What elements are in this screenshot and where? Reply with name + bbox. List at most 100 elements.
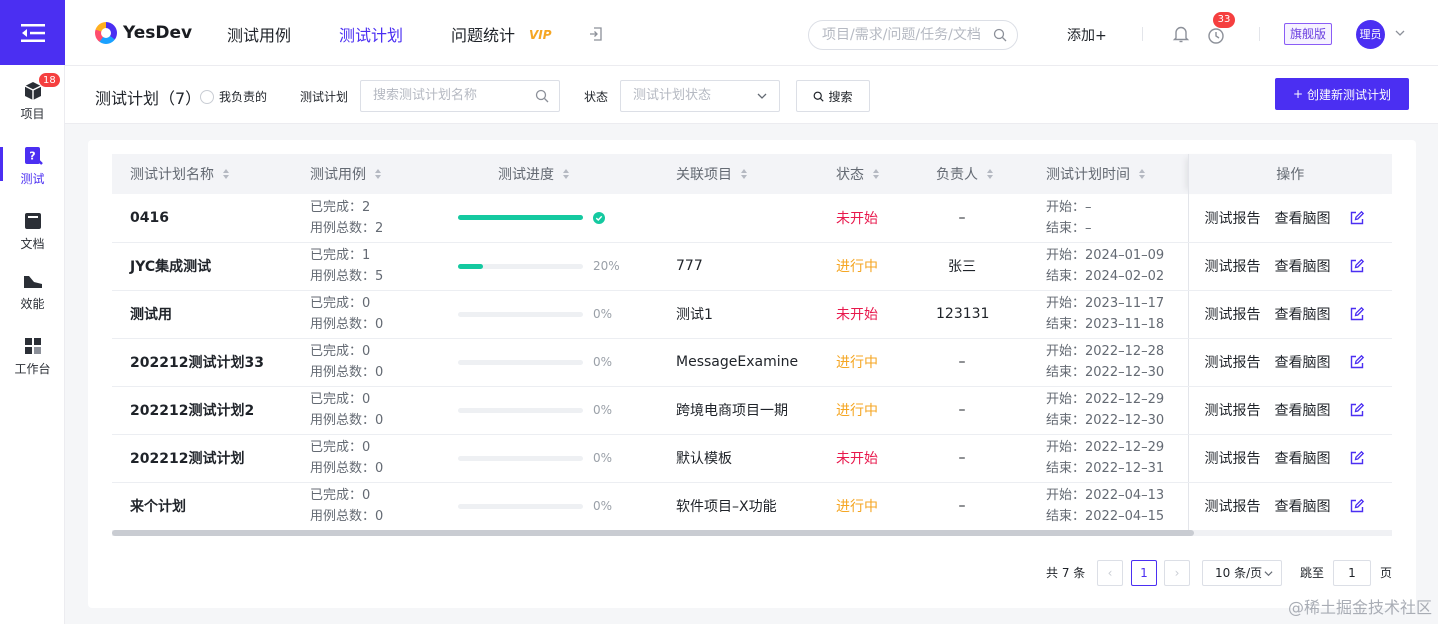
total-value: 0 (375, 509, 384, 524)
end-value: 2024–02–02 (1085, 269, 1165, 284)
column-label: 操作 (1276, 167, 1305, 183)
radio-circle[interactable] (200, 89, 214, 104)
page-size-select[interactable]: 10 条/页 (1202, 560, 1282, 586)
alarm-clock-icon[interactable] (1206, 25, 1226, 45)
end-time: 结束：2022–12–30 (1046, 362, 1170, 383)
test-report-link[interactable]: 测试报告 (1205, 400, 1261, 420)
plan-name[interactable]: 0416 (112, 194, 292, 243)
plan-name[interactable]: 测试用 (112, 290, 292, 339)
end-time: 结束：2022–12–30 (1046, 410, 1170, 431)
edit-icon[interactable] (1349, 354, 1365, 370)
plan-search-input[interactable]: 搜索测试计划名称 (360, 80, 560, 112)
test-report-link[interactable]: 测试报告 (1205, 352, 1261, 372)
progress-percent: 0% (593, 355, 613, 369)
status-select[interactable]: 测试计划状态 (620, 80, 780, 112)
nav-test-cases[interactable]: 测试用例 (227, 22, 291, 46)
column-header-time[interactable]: 测试计划时间 (1028, 154, 1188, 194)
column-header-owner[interactable]: 负责人 (918, 154, 1028, 194)
test-report-link[interactable]: 测试报告 (1205, 256, 1261, 276)
end-time: 结束：2022–04–15 (1046, 506, 1170, 527)
view-mindmap-link[interactable]: 查看脑图 (1275, 304, 1331, 324)
progress-cell: 0% (458, 482, 658, 531)
create-plan-button[interactable]: + 创建新测试计划 (1275, 78, 1409, 110)
rail-item-efficiency[interactable]: 效能 (0, 270, 65, 312)
sort-icon (375, 169, 381, 179)
column-header-cases[interactable]: 测试用例 (292, 154, 458, 194)
rail-item-test[interactable]: ? 测试 (0, 145, 65, 187)
plan-name[interactable]: 202212测试计划2 (112, 386, 292, 435)
jump-page-input[interactable]: 1 (1333, 560, 1371, 586)
rail-label: 文档 (20, 237, 45, 251)
start-prefix: 开始： (1046, 248, 1086, 263)
scrollbar-thumb[interactable] (112, 530, 1194, 536)
plan-time: 开始：2022–04–13 结束：2022–04–15 (1028, 482, 1188, 531)
case-counts: 已完成：1 用例总数：5 (292, 242, 458, 291)
plan-name[interactable]: JYC集成测试 (112, 242, 292, 291)
edit-icon[interactable] (1349, 498, 1365, 514)
nav-test-plans[interactable]: 测试计划 (339, 22, 403, 46)
table-row[interactable]: JYC集成测试 已完成：1 用例总数：5 20% 777 进行中 张三 开始：2024–01–… (112, 242, 1392, 291)
user-avatar[interactable]: 理员 (1356, 20, 1385, 49)
plan-name[interactable]: 202212测试计划 (112, 434, 292, 483)
view-mindmap-link[interactable]: 查看脑图 (1275, 400, 1331, 420)
chevron-down-icon[interactable] (1395, 28, 1405, 38)
page-1-button[interactable]: 1 (1131, 560, 1157, 586)
progress-cell: 0% (458, 338, 658, 387)
horizontal-scrollbar[interactable] (112, 530, 1392, 536)
column-header-progress[interactable]: 测试进度 (458, 154, 658, 194)
owner: – (918, 482, 1028, 531)
view-mindmap-link[interactable]: 查看脑图 (1275, 208, 1331, 228)
plan-time: 开始：2022–12–28 结束：2022–12–30 (1028, 338, 1188, 387)
table-row[interactable]: 测试用 已完成：0 用例总数：0 0% 测试1 未开始 123131 开始：2023–11–1… (112, 290, 1392, 339)
nav-issue-stats[interactable]: 问题统计 (451, 22, 515, 46)
mine-radio[interactable]: 我负责的 (200, 88, 267, 105)
next-page-button[interactable]: › (1164, 560, 1190, 586)
table-row[interactable]: 202212测试计划33 已完成：0 用例总数：0 0% MessageExamine 进… (112, 338, 1392, 387)
total-value: 0 (375, 365, 384, 380)
table-row[interactable]: 202212测试计划2 已完成：0 用例总数：0 0% 跨境电商项目一期 进行中 – 开始：2… (112, 386, 1392, 435)
cases-total: 用例总数：2 (310, 218, 440, 239)
logout-icon[interactable] (588, 26, 604, 42)
owner: 张三 (918, 242, 1028, 291)
plan-name[interactable]: 202212测试计划33 (112, 338, 292, 387)
global-search-placeholder: 项目/需求/问题/任务/文档 (822, 27, 981, 43)
edition-badge[interactable]: 旗舰版 (1284, 23, 1333, 45)
menu-toggle-button[interactable] (0, 0, 65, 65)
table-row[interactable]: 202212测试计划 已完成：0 用例总数：0 0% 默认模板 未开始 – 开始：2022–1… (112, 434, 1392, 483)
view-mindmap-link[interactable]: 查看脑图 (1275, 352, 1331, 372)
table-row[interactable]: 0416 已完成：2 用例总数：2 未开始 – 开始：– 结束：– 测试报告 查看脑图 (112, 194, 1392, 243)
start-value: 2022–12–29 (1085, 392, 1165, 407)
table-row[interactable]: 来个计划 已完成：0 用例总数：0 0% 软件项目–X功能 进行中 – 开始：2022–04–… (112, 482, 1392, 531)
test-report-link[interactable]: 测试报告 (1205, 496, 1261, 516)
test-report-link[interactable]: 测试报告 (1205, 448, 1261, 468)
prev-page-button[interactable]: ‹ (1097, 560, 1123, 586)
done-prefix: 已完成： (310, 199, 363, 215)
view-mindmap-link[interactable]: 查看脑图 (1275, 448, 1331, 468)
rail-item-project[interactable]: 18 项目 (0, 72, 65, 122)
total-prefix: 用例总数： (310, 269, 376, 284)
plan-name[interactable]: 来个计划 (112, 482, 292, 531)
view-mindmap-link[interactable]: 查看脑图 (1275, 256, 1331, 276)
search-button[interactable]: 搜索 (796, 80, 870, 112)
test-report-link[interactable]: 测试报告 (1205, 304, 1261, 324)
rail-item-doc[interactable]: 文档 (0, 210, 65, 252)
cases-done: 已完成：0 (310, 293, 440, 314)
total-prefix: 用例总数： (310, 413, 376, 428)
edit-icon[interactable] (1349, 402, 1365, 418)
column-header-project[interactable]: 关联项目 (658, 154, 818, 194)
edit-icon[interactable] (1349, 306, 1365, 322)
bell-icon[interactable] (1171, 24, 1191, 44)
rail-item-workbench[interactable]: 工作台 (0, 335, 65, 377)
view-mindmap-link[interactable]: 查看脑图 (1275, 496, 1331, 516)
edit-icon[interactable] (1349, 258, 1365, 274)
global-search-input[interactable]: 项目/需求/问题/任务/文档 (808, 20, 1018, 50)
column-header-name[interactable]: 测试计划名称 (112, 154, 292, 194)
edit-icon[interactable] (1349, 450, 1365, 466)
column-header-status[interactable]: 状态 (818, 154, 918, 194)
add-button[interactable]: 添加+ (1067, 25, 1107, 45)
test-report-link[interactable]: 测试报告 (1205, 208, 1261, 228)
case-counts: 已完成：0 用例总数：0 (292, 290, 458, 339)
brand-logo[interactable]: YesDev (95, 22, 192, 44)
edit-icon[interactable] (1349, 210, 1365, 226)
end-time: 结束：2024–02–02 (1046, 266, 1170, 287)
